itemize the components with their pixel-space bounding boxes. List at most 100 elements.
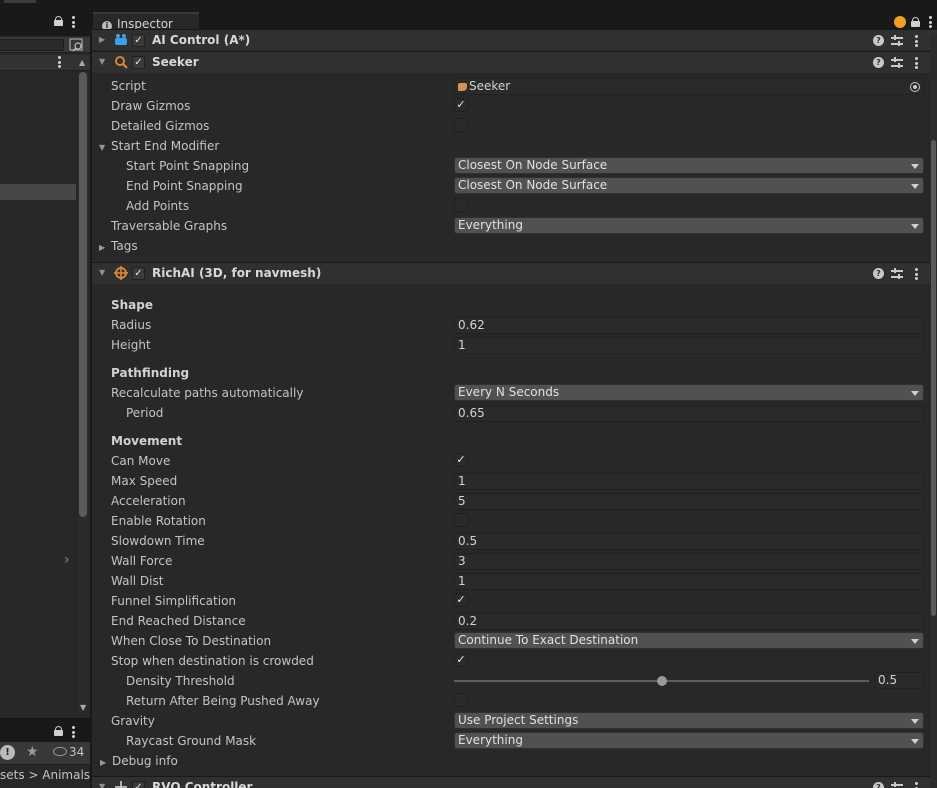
component-title: RichAI (3D, for navmesh) — [152, 266, 322, 280]
fold-right-icon[interactable]: ▶ — [100, 758, 112, 767]
height-field[interactable]: 1 — [454, 337, 924, 354]
radius-field[interactable]: 0.62 — [454, 317, 924, 334]
fold-down-icon[interactable]: ▼ — [99, 268, 105, 277]
script-label: Script — [111, 79, 146, 93]
panel-menu-icon[interactable] — [72, 16, 76, 30]
presets-icon[interactable] — [891, 268, 903, 279]
hierarchy-menu-icon[interactable] — [58, 56, 62, 70]
can-move-label: Can Move — [111, 454, 171, 468]
hierarchy-search-input[interactable] — [0, 39, 64, 51]
detailed-gizmos-checkbox[interactable] — [454, 118, 468, 132]
debug-info-foldout[interactable]: ▶ Debug info — [100, 754, 178, 768]
star-icon[interactable]: ★ — [26, 744, 39, 760]
hierarchy-scrollbar-thumb[interactable] — [79, 72, 87, 517]
start-point-snapping-label: Start Point Snapping — [126, 159, 250, 173]
raycast-ground-mask-label: Raycast Ground Mask — [126, 734, 257, 748]
raycast-ground-mask-dropdown[interactable]: Everything — [454, 732, 924, 749]
add-points-checkbox[interactable] — [454, 198, 468, 212]
help-icon[interactable]: ? — [873, 35, 884, 46]
draw-gizmos-checkbox[interactable]: ✓ — [454, 98, 468, 112]
object-picker-icon[interactable] — [910, 82, 920, 92]
traversable-graphs-value: Everything — [458, 218, 523, 232]
presets-icon[interactable] — [891, 35, 903, 46]
presets-icon[interactable] — [891, 782, 903, 788]
panel-menu-icon[interactable] — [929, 16, 933, 30]
end-point-snapping-dropdown[interactable]: Closest On Node Surface — [454, 177, 924, 194]
dropdown-caret-icon — [911, 639, 919, 644]
help-icon[interactable]: ? — [873, 782, 884, 788]
selected-hierarchy-row[interactable] — [0, 184, 76, 200]
fold-right-icon[interactable]: ▶ — [99, 243, 111, 252]
traversable-graphs-dropdown[interactable]: Everything — [454, 217, 924, 234]
start-end-modifier-foldout[interactable]: ▼ Start End Modifier — [99, 139, 219, 153]
acceleration-field[interactable]: 5 — [454, 493, 924, 510]
scene-search-icon[interactable] — [69, 38, 85, 52]
can-move-checkbox[interactable]: ✓ — [454, 453, 468, 467]
component-menu-icon[interactable] — [915, 268, 919, 282]
eye-icon[interactable] — [53, 747, 67, 756]
component-menu-icon[interactable] — [915, 35, 919, 49]
funnel-simplification-checkbox[interactable]: ✓ — [454, 593, 468, 607]
fold-right-icon[interactable]: ▶ — [99, 35, 105, 44]
component-menu-icon[interactable] — [915, 57, 919, 71]
fold-down-icon[interactable]: ▼ — [99, 143, 111, 152]
component-header-rvo-controller[interactable]: ▼ ✓ RVO Controller ? — [92, 776, 937, 788]
chevron-right-icon[interactable]: › — [64, 552, 70, 568]
inspector-panel: i Inspector ▶ ✓ AI Control (A*) ? ▼ ✓ See… — [92, 0, 937, 788]
component-enabled-checkbox[interactable]: ✓ — [132, 267, 145, 280]
hierarchy-scrollbar[interactable] — [78, 72, 88, 712]
recalculate-paths-label: Recalculate paths automatically — [111, 386, 304, 400]
component-enabled-checkbox[interactable]: ✓ — [132, 34, 145, 47]
return-after-pushed-checkbox[interactable] — [454, 693, 468, 707]
section-header-pathfinding: Pathfinding — [111, 366, 190, 380]
max-speed-field[interactable]: 1 — [454, 473, 924, 490]
recalculate-paths-dropdown[interactable]: Every N Seconds — [454, 384, 924, 401]
enable-rotation-checkbox[interactable] — [454, 513, 468, 527]
help-icon[interactable]: ? — [873, 268, 884, 279]
component-header-seeker[interactable]: ▼ ✓ Seeker ? — [92, 51, 937, 73]
hierarchy-panel: ▲ › ▼ ! ★ 34 sets > AnimalsR — [0, 0, 90, 788]
warning-icon[interactable]: ! — [0, 745, 15, 760]
wall-dist-field[interactable]: 1 — [454, 573, 924, 590]
component-enabled-checkbox[interactable]: ✓ — [132, 56, 145, 69]
component-enabled-checkbox[interactable]: ✓ — [132, 781, 145, 788]
density-threshold-slider-thumb[interactable] — [656, 676, 667, 686]
hierarchy-header: ▲ — [0, 55, 90, 71]
slowdown-time-field[interactable]: 0.5 — [454, 533, 924, 550]
start-point-snapping-value: Closest On Node Surface — [458, 158, 608, 172]
gravity-dropdown[interactable]: Use Project Settings — [454, 712, 924, 729]
fold-down-icon[interactable]: ▼ — [99, 57, 105, 66]
inspector-scrollbar-thumb[interactable] — [931, 140, 936, 616]
raycast-ground-mask-value: Everything — [458, 733, 523, 747]
fold-down-icon[interactable]: ▼ — [99, 782, 105, 788]
panel-menu-icon[interactable] — [72, 726, 76, 740]
when-close-dropdown[interactable]: Continue To Exact Destination — [454, 632, 924, 649]
tags-foldout[interactable]: ▶ Tags — [99, 239, 138, 253]
inspector-scrollbar[interactable] — [930, 34, 937, 788]
component-title: Seeker — [152, 55, 199, 69]
wall-force-field[interactable]: 3 — [454, 553, 924, 570]
component-header-richai[interactable]: ▼ ✓ RichAI (3D, for navmesh) ? — [92, 262, 937, 284]
start-point-snapping-dropdown[interactable]: Closest On Node Surface — [454, 157, 924, 174]
density-threshold-field[interactable]: 0.5 — [874, 672, 924, 689]
end-reached-distance-field[interactable]: 0.2 — [454, 613, 924, 630]
left-tab-bar — [0, 0, 90, 36]
presets-icon[interactable] — [891, 57, 903, 68]
component-menu-icon[interactable] — [915, 782, 919, 788]
radius-label: Radius — [111, 318, 152, 332]
lock-icon[interactable] — [911, 17, 920, 27]
scroll-up-icon[interactable]: ▲ — [79, 58, 85, 67]
dropdown-caret-icon — [911, 184, 919, 189]
period-field[interactable]: 0.65 — [454, 405, 924, 422]
breadcrumb[interactable]: sets > AnimalsR — [0, 764, 90, 788]
end-point-snapping-value: Closest On Node Surface — [458, 178, 608, 192]
help-icon[interactable]: ? — [873, 57, 884, 68]
component-header-ai-control[interactable]: ▶ ✓ AI Control (A*) ? — [92, 29, 937, 50]
hierarchy-tab[interactable] — [4, 0, 36, 3]
lock-icon[interactable] — [54, 726, 63, 736]
stop-when-crowded-checkbox[interactable]: ✓ — [454, 653, 468, 667]
notification-dot-icon[interactable] — [894, 16, 906, 28]
scroll-down-icon[interactable]: ▼ — [80, 703, 86, 712]
script-field[interactable]: Seeker — [454, 78, 924, 95]
lock-icon[interactable] — [54, 16, 63, 26]
